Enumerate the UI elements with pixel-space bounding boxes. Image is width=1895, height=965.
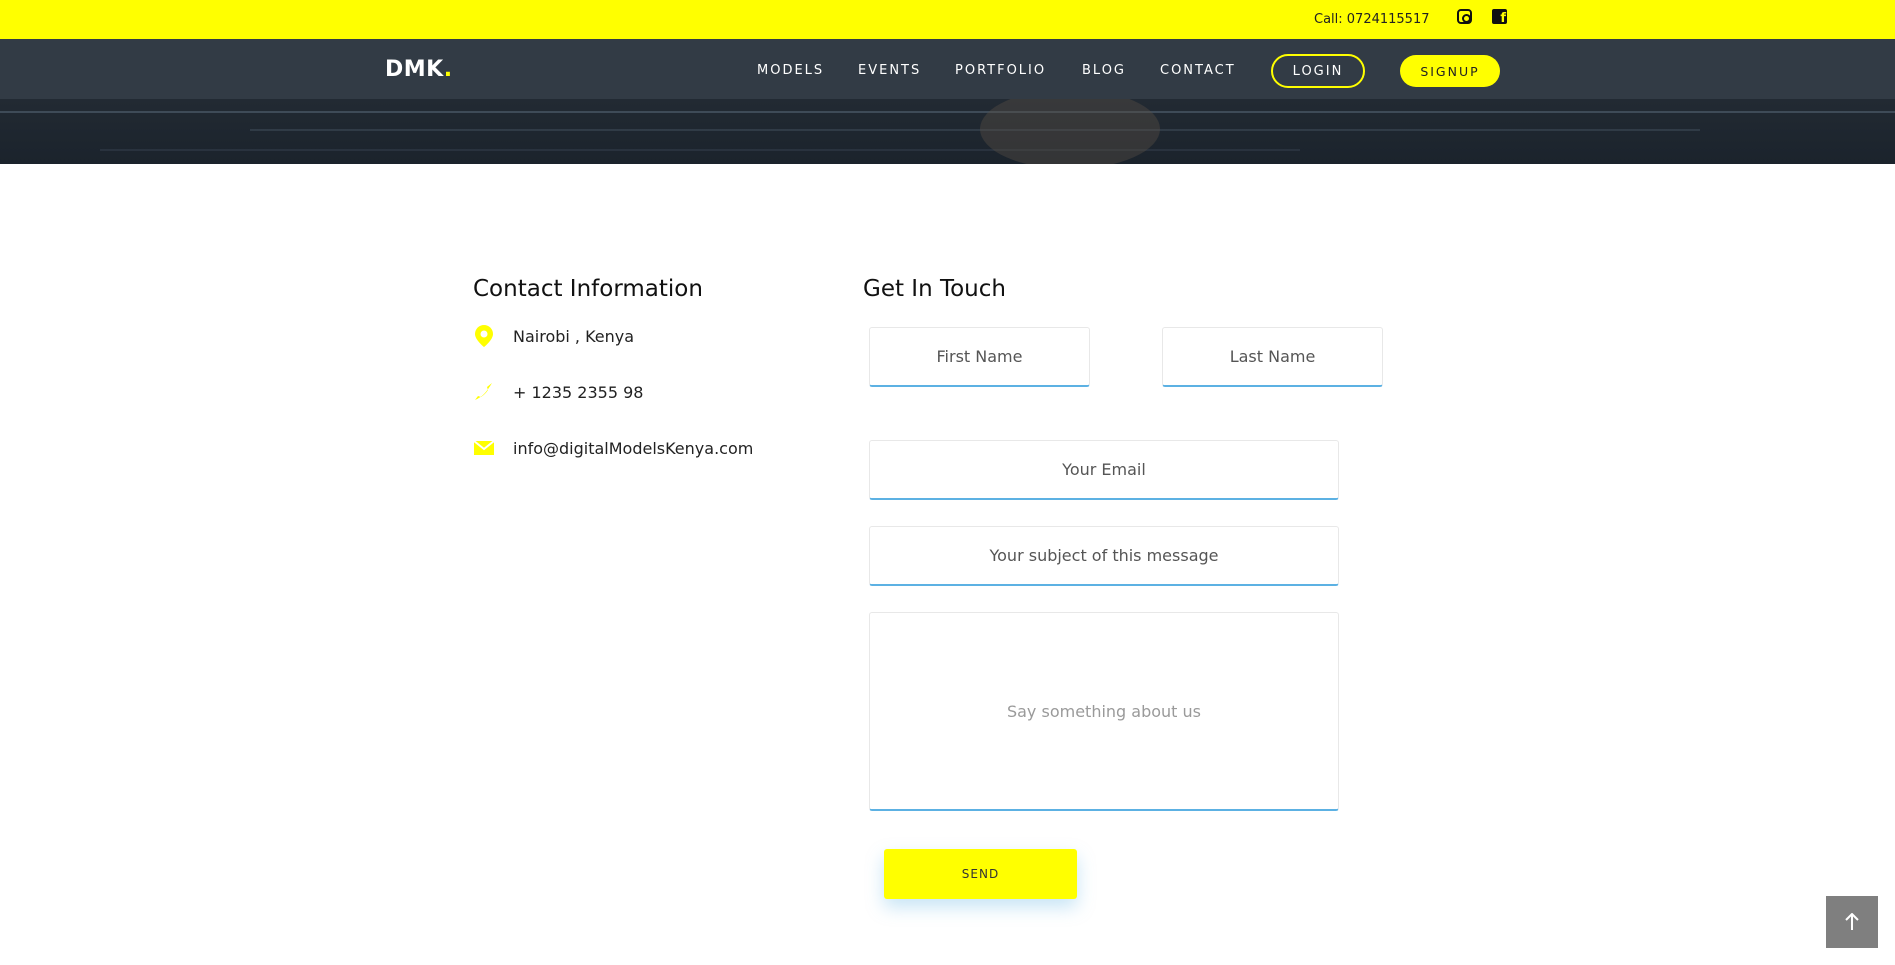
top-bar: Call: 0724115517 [0,0,1895,39]
scroll-top-button[interactable] [1826,896,1878,948]
logo-text: DMK [385,57,444,82]
phone-text[interactable]: + 1235 2355 98 [513,383,643,402]
contact-phone: + 1235 2355 98 [473,381,643,403]
hero-shadow [980,99,1160,164]
facebook-icon[interactable] [1492,9,1507,26]
address-text: Nairobi , Kenya [513,326,635,346]
nav-portfolio[interactable]: PORTFOLIO [955,63,1046,78]
main-navbar: DMK. MODELS EVENTS PORTFOLIO BLOG CONTAC… [0,39,1895,99]
message-textarea[interactable]: Say something about us [869,612,1339,811]
nav-models[interactable]: MODELS [757,63,824,78]
phone-icon [473,381,495,403]
first-name-field[interactable]: First Name [869,327,1090,387]
call-number[interactable]: Call: 0724115517 [1314,12,1430,27]
mail-icon [473,437,495,459]
nav-events[interactable]: EVENTS [858,63,921,78]
arrow-up-icon [1845,913,1859,930]
instagram-icon[interactable] [1457,9,1472,24]
get-in-touch-heading: Get In Touch [863,276,1006,302]
send-button[interactable]: SEND [884,849,1077,899]
last-name-field[interactable]: Last Name [1162,327,1383,387]
contact-address: Nairobi , Kenya [473,325,634,347]
nav-contact[interactable]: CONTACT [1160,63,1236,78]
signup-button[interactable]: SIGNUP [1400,55,1500,87]
hero-banner-image [0,99,1895,164]
nav-blog[interactable]: BLOG [1082,63,1126,78]
contact-info-heading: Contact Information [473,276,703,302]
logo-dot: . [443,57,453,82]
subject-field[interactable]: Your subject of this message [869,526,1339,586]
site-logo[interactable]: DMK. [385,57,453,82]
login-button[interactable]: LOGIN [1271,54,1365,88]
hero-streak [250,129,1700,131]
email-field[interactable]: Your Email [869,440,1339,500]
contact-email: info@digitalModelsKenya.com [473,437,753,459]
hero-streak [0,111,1895,113]
location-pin-icon [473,325,495,347]
email-text[interactable]: info@digitalModelsKenya.com [513,439,753,458]
